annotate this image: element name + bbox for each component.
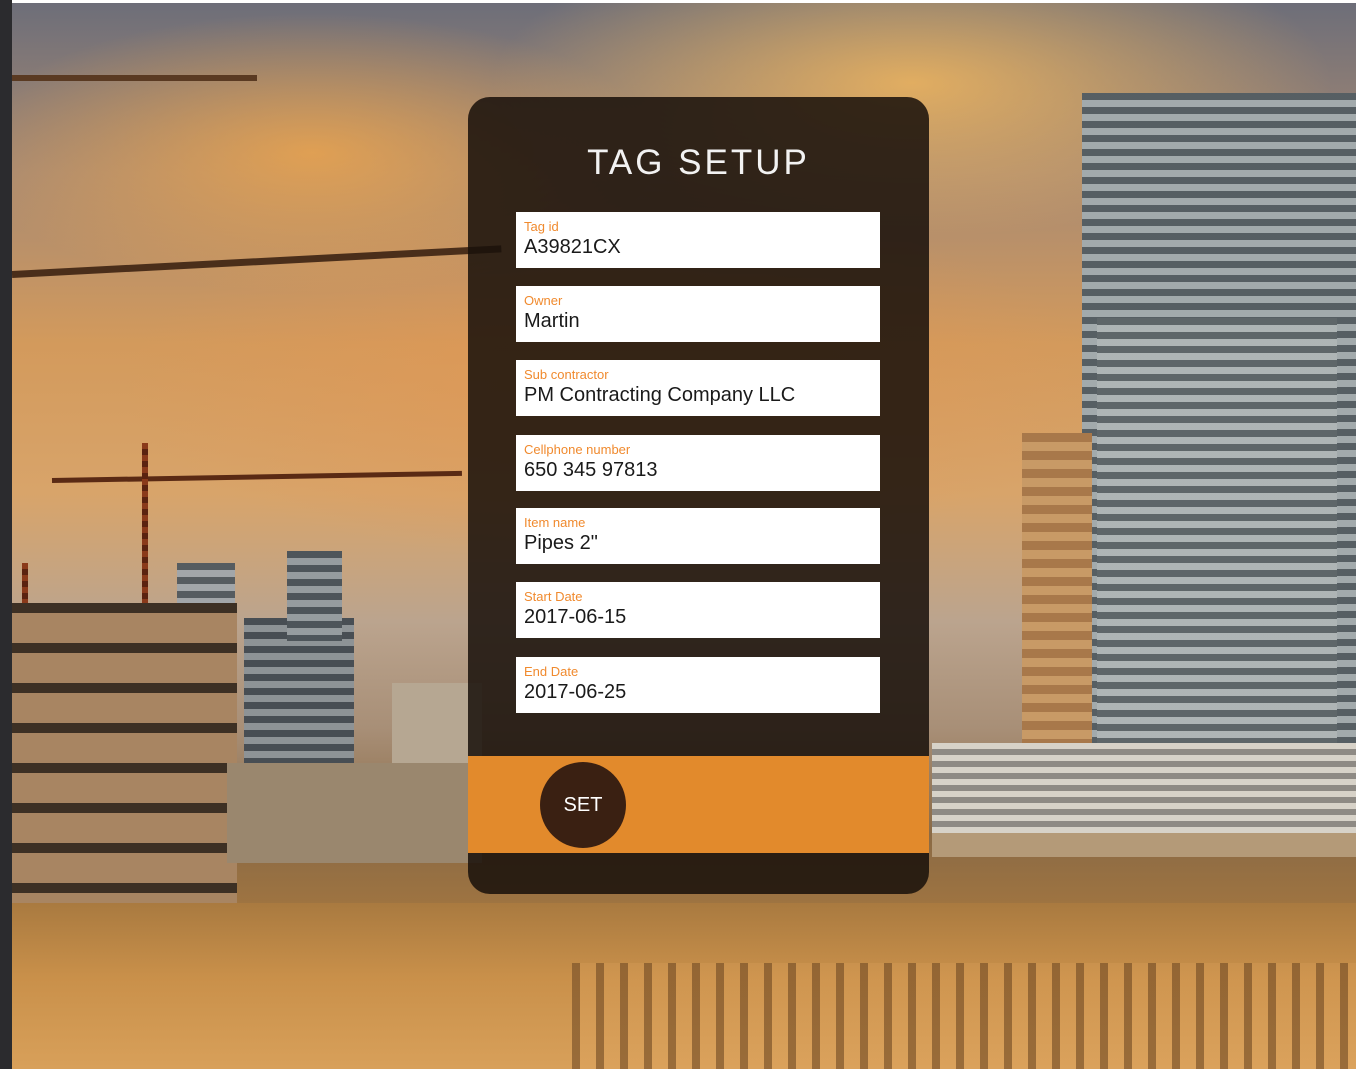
window-edge xyxy=(0,0,12,1069)
sub-contractor-input[interactable]: PM Contracting Company LLC xyxy=(524,382,872,408)
item-name-field[interactable]: Item name Pipes 2" xyxy=(516,508,880,564)
end-date-input[interactable]: 2017-06-25 xyxy=(524,679,872,705)
start-date-field[interactable]: Start Date 2017-06-15 xyxy=(516,582,880,638)
building xyxy=(287,551,342,641)
crane-jib xyxy=(51,470,462,483)
building xyxy=(227,763,482,863)
set-button[interactable]: SET xyxy=(540,762,626,848)
owner-input[interactable]: Martin xyxy=(524,308,872,334)
tower xyxy=(1097,318,1337,748)
panel-title: TAG SETUP xyxy=(587,143,810,182)
end-date-label: End Date xyxy=(524,664,579,679)
crane-jib xyxy=(12,75,257,81)
start-date-label: Start Date xyxy=(524,589,583,604)
set-bar: SET xyxy=(468,756,929,853)
item-name-label: Item name xyxy=(524,515,586,530)
start-date-input[interactable]: 2017-06-15 xyxy=(524,604,872,630)
sub-contractor-label: Sub contractor xyxy=(524,367,609,382)
tag-id-label: Tag id xyxy=(524,219,559,234)
tower xyxy=(1022,433,1092,753)
sub-contractor-field[interactable]: Sub contractor PM Contracting Company LL… xyxy=(516,360,880,416)
cellphone-input[interactable]: 650 345 97813 xyxy=(524,457,872,483)
tag-setup-panel: TAG SETUP Tag id A39821CX Owner Martin S… xyxy=(468,97,929,894)
piles xyxy=(572,963,1356,1069)
building xyxy=(932,743,1356,833)
item-name-input[interactable]: Pipes 2" xyxy=(524,530,872,556)
tag-id-input[interactable]: A39821CX xyxy=(524,234,872,260)
owner-label: Owner xyxy=(524,293,563,308)
cellphone-label: Cellphone number xyxy=(524,442,631,457)
tag-id-field[interactable]: Tag id A39821CX xyxy=(516,212,880,268)
cellphone-field[interactable]: Cellphone number 650 345 97813 xyxy=(516,435,880,491)
crane-jib xyxy=(12,245,502,278)
end-date-field[interactable]: End Date 2017-06-25 xyxy=(516,657,880,713)
bridge xyxy=(932,833,1356,857)
owner-field[interactable]: Owner Martin xyxy=(516,286,880,342)
